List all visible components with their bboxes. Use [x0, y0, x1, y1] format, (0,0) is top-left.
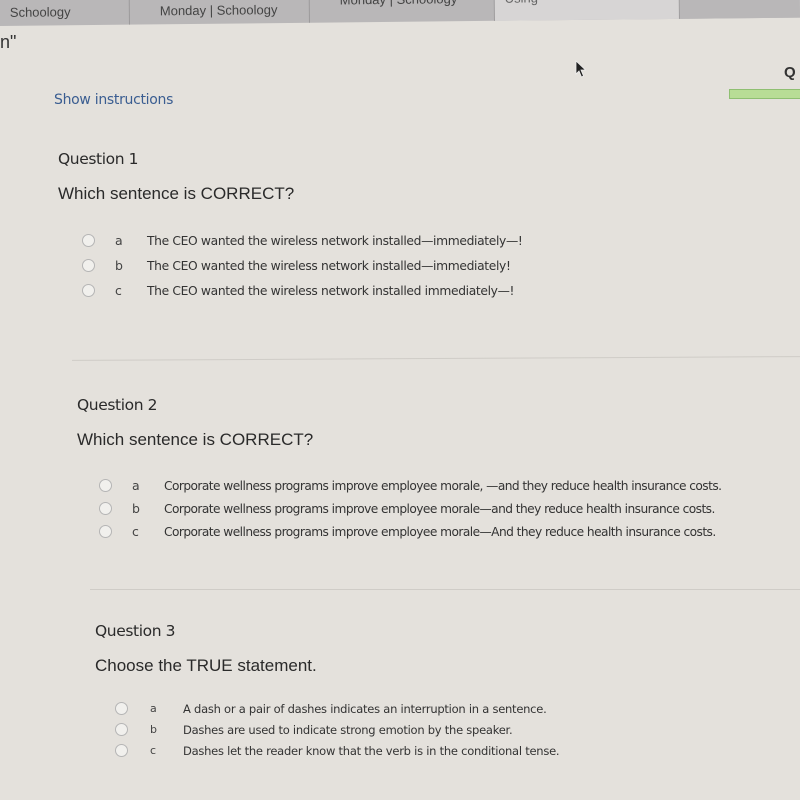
radio-button[interactable] — [99, 502, 112, 515]
question-1: Question 1 Which sentence is CORRECT? a … — [58, 150, 523, 303]
question-divider — [90, 589, 800, 590]
question-prompt: Which sentence is CORRECT? — [58, 184, 295, 203]
answer-option-b[interactable]: b Dashes are used to indicate strong emo… — [115, 719, 559, 740]
question-title: Question 3 — [95, 622, 176, 640]
browser-tab[interactable]: Monday | Schoology — [309, 0, 495, 23]
option-letter: c — [132, 524, 139, 539]
question-prompt: Which sentence is CORRECT? — [77, 430, 314, 449]
radio-button[interactable] — [99, 479, 112, 492]
quiz-progress-bar — [729, 89, 800, 99]
option-text: Dashes are used to indicate strong emoti… — [183, 722, 513, 737]
answer-options: a The CEO wanted the wireless network in… — [82, 228, 523, 303]
option-text: Corporate wellness programs improve empl… — [164, 478, 722, 493]
radio-button[interactable] — [115, 744, 128, 757]
option-text: Corporate wellness programs improve empl… — [164, 524, 716, 539]
radio-button[interactable] — [82, 284, 95, 297]
radio-button[interactable] — [99, 525, 112, 538]
option-letter: c — [115, 283, 122, 298]
answer-option-a[interactable]: a A dash or a pair of dashes indicates a… — [115, 698, 559, 719]
page-title: n" — [0, 32, 17, 52]
option-letter: b — [115, 258, 123, 273]
answer-option-c[interactable]: c Corporate wellness programs improve em… — [99, 520, 721, 543]
option-letter: a — [115, 233, 123, 248]
answer-option-a[interactable]: a Corporate wellness programs improve em… — [99, 474, 722, 497]
mouse-cursor-icon — [575, 60, 587, 78]
option-text: Dashes let the reader know that the verb… — [183, 743, 560, 758]
option-text: The CEO wanted the wireless network inst… — [147, 233, 523, 248]
question-title: Question 2 — [77, 396, 158, 414]
option-text: A dash or a pair of dashes indicates an … — [183, 701, 547, 716]
option-letter: b — [132, 501, 140, 516]
option-letter: c — [150, 744, 157, 757]
show-instructions-link[interactable]: Show instructions — [54, 92, 173, 108]
browser-tab[interactable]: Schoology — [0, 0, 130, 27]
option-letter: a — [150, 702, 157, 715]
answer-options: a Corporate wellness programs improve em… — [99, 474, 722, 543]
answer-option-b[interactable]: b Corporate wellness programs improve em… — [99, 497, 721, 520]
option-text: The CEO wanted the wireless network inst… — [147, 258, 511, 273]
answer-option-c[interactable]: c Dashes let the reader know that the ve… — [115, 740, 560, 761]
browser-tab[interactable] — [679, 0, 800, 19]
radio-button[interactable] — [82, 259, 95, 272]
answer-option-b[interactable]: b The CEO wanted the wireless network in… — [82, 253, 523, 278]
option-text: The CEO wanted the wireless network inst… — [147, 283, 515, 298]
browser-tab-bar: Schoology Monday | Schoology Monday | Sc… — [0, 0, 800, 27]
question-divider — [72, 356, 800, 361]
radio-button[interactable] — [82, 234, 95, 247]
browser-tab-active[interactable]: Using — [494, 0, 680, 21]
answer-options: a A dash or a pair of dashes indicates a… — [115, 698, 560, 761]
question-2: Question 2 Which sentence is CORRECT? a … — [77, 396, 722, 543]
question-3: Question 3 Choose the TRUE statement. a … — [95, 622, 560, 761]
progress-fill — [730, 90, 800, 98]
option-letter: b — [150, 723, 157, 736]
answer-option-c[interactable]: c The CEO wanted the wireless network in… — [82, 278, 523, 303]
question-title: Question 1 — [58, 150, 139, 168]
browser-tab[interactable]: Monday | Schoology — [129, 0, 310, 25]
radio-button[interactable] — [115, 702, 128, 715]
option-letter: a — [132, 478, 140, 493]
option-text: Corporate wellness programs improve empl… — [164, 501, 715, 516]
radio-button[interactable] — [115, 723, 128, 736]
answer-option-a[interactable]: a The CEO wanted the wireless network in… — [82, 228, 523, 253]
quiz-header-label: Q — [784, 64, 796, 81]
question-prompt: Choose the TRUE statement. — [95, 656, 317, 675]
